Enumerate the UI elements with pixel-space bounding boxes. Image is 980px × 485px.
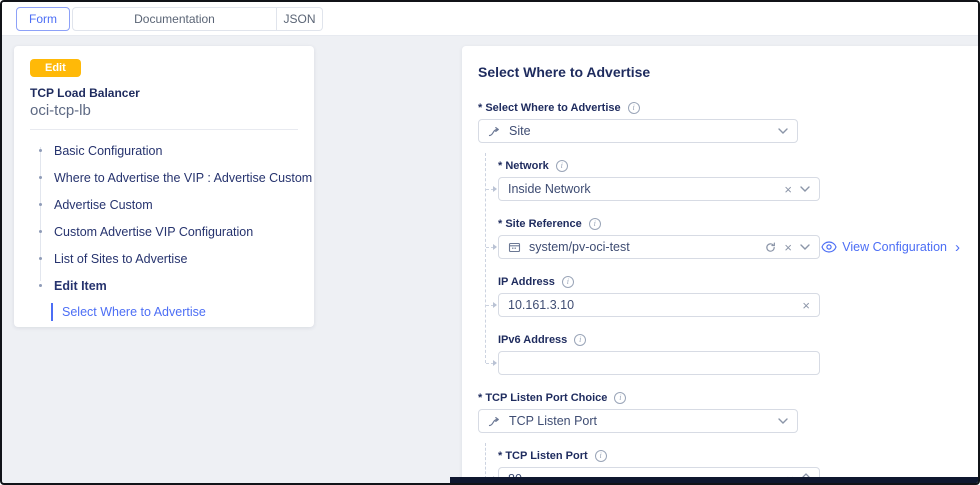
bottom-edge-bar (450, 477, 978, 483)
ipv6-address-field: IPv6 Address i (498, 334, 962, 375)
ipv6-address-input-wrap (498, 351, 820, 375)
network-dropdown[interactable]: Inside Network × (498, 177, 820, 201)
view-configuration-label: View Configuration (842, 240, 947, 254)
tab-documentation[interactable]: Documentation (72, 7, 277, 31)
sidebar-item-edit-item[interactable]: Edit Item (30, 272, 298, 299)
one-of-choice-icon (488, 125, 501, 138)
info-icon[interactable]: i (562, 276, 574, 288)
eye-icon (821, 241, 837, 253)
ip-address-field: IP Address i × (498, 276, 962, 317)
ip-address-input-wrap: × (498, 293, 820, 317)
sidebar-item-where-to-advertise[interactable]: Where to Advertise the VIP : Advertise C… (30, 164, 298, 191)
tab-form[interactable]: Form (16, 7, 70, 31)
chevron-down-icon (800, 244, 810, 250)
sidebar-item-select-where-to-advertise-active[interactable]: Select Where to Advertise (51, 303, 298, 321)
tcp-listen-port-field: * TCP Listen Port i × (498, 450, 962, 477)
chevron-down-icon (800, 186, 810, 192)
sidebar-item-label: Where to Advertise the VIP : Advertise C… (54, 171, 312, 185)
select-where-field: * Select Where to Advertise i Site (478, 102, 962, 143)
tcp-listen-port-choice-label: * TCP Listen Port Choice (478, 392, 607, 404)
select-where-value: Site (509, 124, 770, 138)
ip-address-input[interactable] (508, 298, 794, 312)
site-reference-dropdown[interactable]: system/pv-oci-test × (498, 235, 820, 259)
tree-dot-icon (39, 284, 42, 287)
select-where-to-advertise-panel: Select Where to Advertise * Select Where… (462, 46, 978, 477)
view-configuration-link[interactable]: View Configuration › (821, 240, 962, 255)
tree-dot-icon (39, 230, 42, 233)
clear-icon[interactable]: × (784, 241, 792, 254)
one-of-choice-icon (488, 415, 501, 428)
sidebar-item-label: Advertise Custom (54, 198, 153, 212)
info-icon[interactable]: i (556, 160, 568, 172)
sidebar-item-advertise-custom[interactable]: Advertise Custom (30, 191, 298, 218)
object-type-label: TCP Load Balancer (30, 86, 298, 100)
active-section-label: Select Where to Advertise (62, 305, 206, 319)
site-reference-field: * Site Reference i system/pv-oci-test × (498, 218, 962, 259)
ipv6-address-input[interactable] (508, 356, 810, 370)
network-label: * Network (498, 160, 549, 172)
info-icon[interactable]: i (595, 450, 607, 462)
tcp-listen-port-label: * TCP Listen Port (498, 450, 588, 462)
clear-icon[interactable]: × (784, 183, 792, 196)
network-field: * Network i Inside Network × (498, 160, 962, 201)
form-section-nav: Basic Configuration Where to Advertise t… (30, 137, 298, 321)
reference-object-icon (508, 241, 521, 254)
clear-icon[interactable]: × (802, 299, 810, 312)
tcp-listen-port-choice-dropdown[interactable]: TCP Listen Port (478, 409, 798, 433)
tcp-listen-port-group: * TCP Listen Port i × (498, 450, 962, 477)
chevron-right-icon: › (955, 240, 960, 255)
select-where-dropdown[interactable]: Site (478, 119, 798, 143)
edit-status-badge: Edit (30, 59, 81, 77)
network-value: Inside Network (508, 182, 776, 196)
tree-dot-icon (39, 203, 42, 206)
object-summary-panel: Edit TCP Load Balancer oci-tcp-lb Basic … (14, 46, 314, 327)
info-icon[interactable]: i (589, 218, 601, 230)
app-window: Form Documentation JSON Edit TCP Load Ba… (0, 0, 980, 485)
tcp-listen-port-choice-field: * TCP Listen Port Choice i TCP Listen Po… (478, 392, 962, 433)
info-icon[interactable]: i (614, 392, 626, 404)
chevron-down-icon (778, 418, 788, 424)
site-reference-value: system/pv-oci-test (529, 240, 757, 254)
sidebar-item-label: Basic Configuration (54, 144, 162, 158)
tree-dot-icon (39, 257, 42, 260)
view-mode-tab-bar: Form Documentation JSON (2, 2, 978, 36)
sidebar-item-list-of-sites[interactable]: List of Sites to Advertise (30, 245, 298, 272)
select-where-label: * Select Where to Advertise (478, 102, 621, 114)
divider (30, 129, 298, 130)
sidebar-item-custom-advertise-vip[interactable]: Custom Advertise VIP Configuration (30, 218, 298, 245)
ip-address-label: IP Address (498, 276, 555, 288)
chevron-down-icon (778, 128, 788, 134)
tcp-listen-port-choice-value: TCP Listen Port (509, 414, 770, 428)
tab-json[interactable]: JSON (277, 7, 323, 31)
sidebar-item-basic-configuration[interactable]: Basic Configuration (30, 137, 298, 164)
tcp-listen-port-input-wrap: × (498, 467, 820, 477)
ipv6-address-label: IPv6 Address (498, 334, 567, 346)
info-icon[interactable]: i (628, 102, 640, 114)
sidebar-item-label: Custom Advertise VIP Configuration (54, 225, 253, 239)
object-name: oci-tcp-lb (30, 102, 298, 119)
panel-heading: Select Where to Advertise (478, 64, 962, 80)
site-settings-group: * Network i Inside Network × * Site Refe… (498, 160, 962, 375)
site-reference-label: * Site Reference (498, 218, 582, 230)
tree-dot-icon (39, 176, 42, 179)
sidebar-item-label: Edit Item (54, 279, 107, 293)
sidebar-item-label: List of Sites to Advertise (54, 252, 187, 266)
refresh-icon[interactable] (765, 242, 776, 253)
info-icon[interactable]: i (574, 334, 586, 346)
tree-dot-icon (39, 149, 42, 152)
